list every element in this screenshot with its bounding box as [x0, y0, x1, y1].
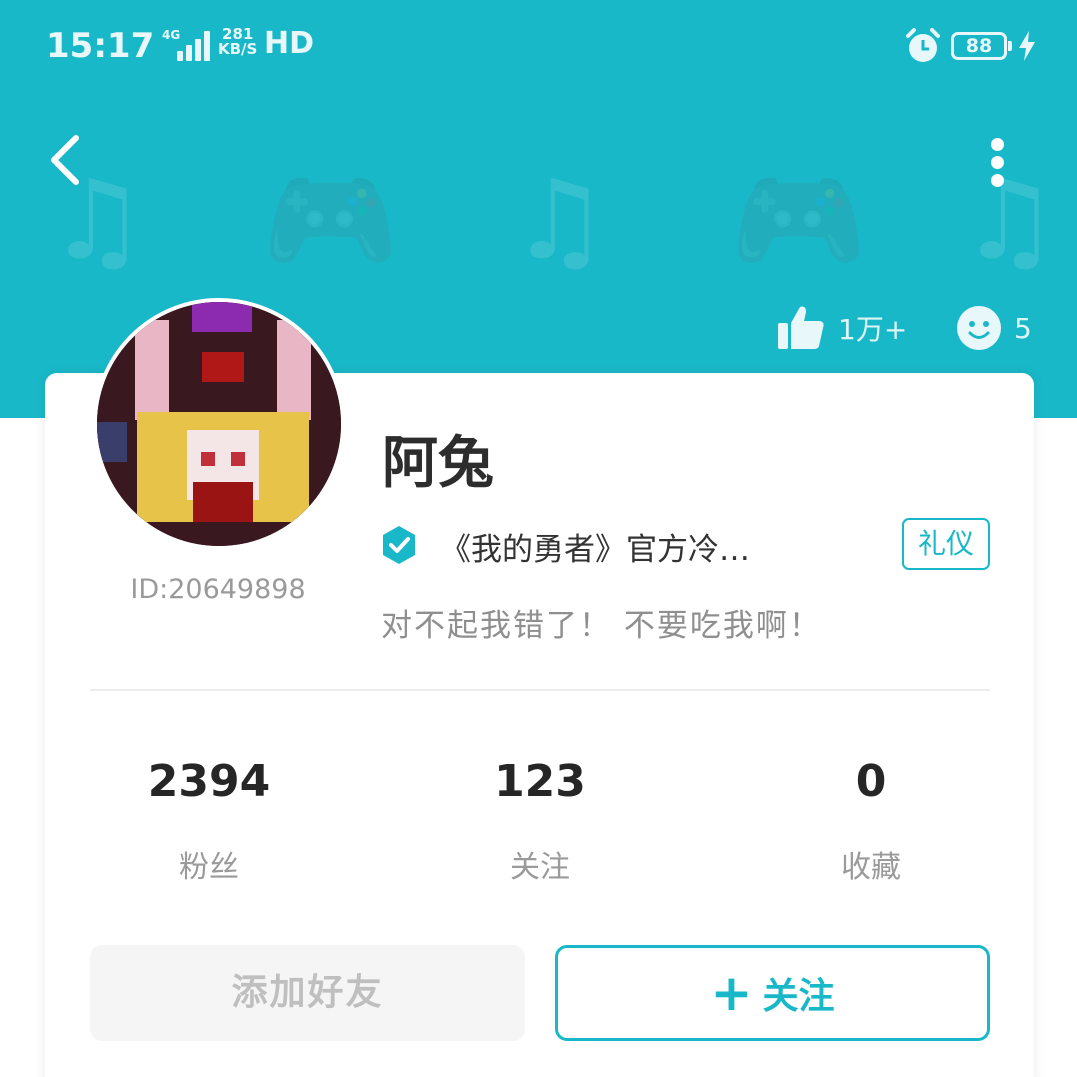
network-speed: 281 KB/S: [218, 27, 257, 57]
thumbs-up-icon: [778, 306, 824, 349]
stat-value: 0: [855, 756, 887, 807]
likes-counter[interactable]: 1万+: [776, 300, 907, 356]
avatar[interactable]: [93, 298, 345, 550]
follow-label: 关注: [762, 976, 835, 1017]
stat-label: 粉丝: [179, 850, 239, 885]
signal-icon: [165, 29, 210, 61]
charging-bolt-icon: [1019, 31, 1035, 61]
stat-fans[interactable]: 2394 粉丝: [99, 752, 319, 886]
music-note-pattern-icon: ♫: [510, 156, 609, 284]
network-speed-unit: KB/S: [218, 40, 258, 58]
stat-following[interactable]: 123 关注: [430, 752, 650, 886]
plus-icon: +: [710, 964, 753, 1022]
gamepad-pattern-icon: 🎮: [262, 156, 399, 284]
battery-icon: 88: [951, 32, 1012, 60]
clock: 15:17: [46, 26, 155, 66]
verified-badge-icon: [383, 526, 415, 564]
stat-label: 关注: [510, 850, 570, 885]
add-friend-button[interactable]: 添加好友: [90, 945, 525, 1041]
stat-label: 收藏: [841, 850, 901, 885]
user-bio: 对不起我错了！ 不要吃我啊！: [381, 608, 822, 644]
status-bar: 15:17 4G 281 KB/S HD 88: [0, 0, 1077, 95]
verification-text: 《我的勇者》官方冷…: [440, 532, 750, 568]
more-options-button[interactable]: [975, 130, 1021, 194]
visitors-count: 5: [1014, 311, 1032, 345]
more-vertical-icon: [991, 138, 1004, 151]
user-tag[interactable]: 礼仪: [902, 518, 990, 570]
user-id: ID:20649898: [130, 574, 306, 605]
gamepad-pattern-icon: 🎮: [730, 156, 867, 284]
follow-button[interactable]: + 关注: [555, 945, 990, 1041]
visitors-counter[interactable]: 5: [956, 300, 1032, 356]
alarm-icon: [906, 28, 940, 62]
stat-value: 2394: [147, 756, 271, 807]
divider: [90, 689, 990, 691]
back-button[interactable]: [38, 128, 98, 192]
more-vertical-icon: [991, 174, 1004, 187]
likes-count: 1万+: [838, 313, 908, 346]
smiley-icon: [957, 306, 1001, 350]
stat-favorites[interactable]: 0 收藏: [761, 752, 981, 886]
more-vertical-icon: [991, 156, 1004, 169]
stat-value: 123: [494, 756, 586, 807]
username: 阿兔: [382, 430, 494, 496]
avatar-image: [97, 302, 341, 546]
hd-indicator: HD: [264, 26, 315, 61]
back-arrow-icon: [51, 135, 79, 185]
